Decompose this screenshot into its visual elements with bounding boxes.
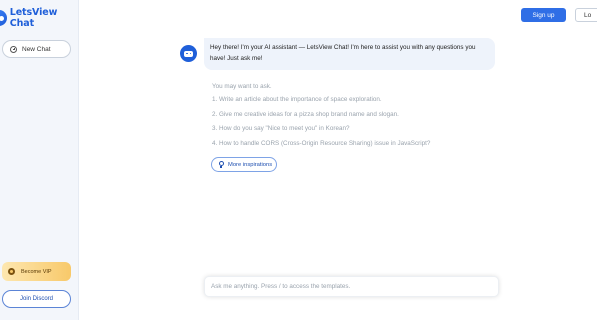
crown-icon — [8, 268, 15, 275]
bulb-icon — [218, 161, 224, 168]
app-logo[interactable]: LetsView Chat — [0, 7, 78, 29]
login-button[interactable]: Lo — [575, 8, 597, 22]
logo-icon — [0, 10, 7, 26]
join-discord-button[interactable]: Join Discord — [2, 290, 71, 308]
suggestion-list: 1. Write an article about the importance… — [212, 96, 430, 154]
suggestions-title: You may want to ask. — [212, 83, 272, 90]
more-inspirations-button[interactable]: More inspirations — [211, 157, 277, 172]
chat-input-box[interactable] — [204, 276, 499, 297]
vip-label: Become VIP — [21, 268, 52, 275]
new-chat-label: New Chat — [22, 45, 51, 53]
more-inspirations-label: More inspirations — [228, 161, 273, 168]
chat-input[interactable] — [211, 283, 498, 290]
app-name: LetsView Chat — [9, 7, 58, 29]
discord-label: Join Discord — [19, 296, 53, 302]
bot-avatar-icon — [180, 45, 197, 62]
suggestion-item[interactable]: 3. How do you say "Nice to meet you" in … — [212, 125, 430, 140]
plus-icon — [10, 45, 17, 53]
sidebar: LetsView Chat New Chat Become VIP Join D… — [0, 0, 79, 320]
become-vip-button[interactable]: Become VIP — [2, 262, 71, 281]
suggestion-item[interactable]: 1. Write an article about the importance… — [212, 96, 430, 111]
signup-button[interactable]: Sign up — [521, 8, 566, 22]
suggestion-item[interactable]: 4. How to handle CORS (Cross-Origin Reso… — [212, 140, 430, 155]
assistant-message: Hey there! I'm your AI assistant — LetsV… — [204, 38, 495, 70]
suggestion-item[interactable]: 2. Give me creative ideas for a pizza sh… — [212, 111, 430, 126]
new-chat-button[interactable]: New Chat — [2, 40, 71, 58]
